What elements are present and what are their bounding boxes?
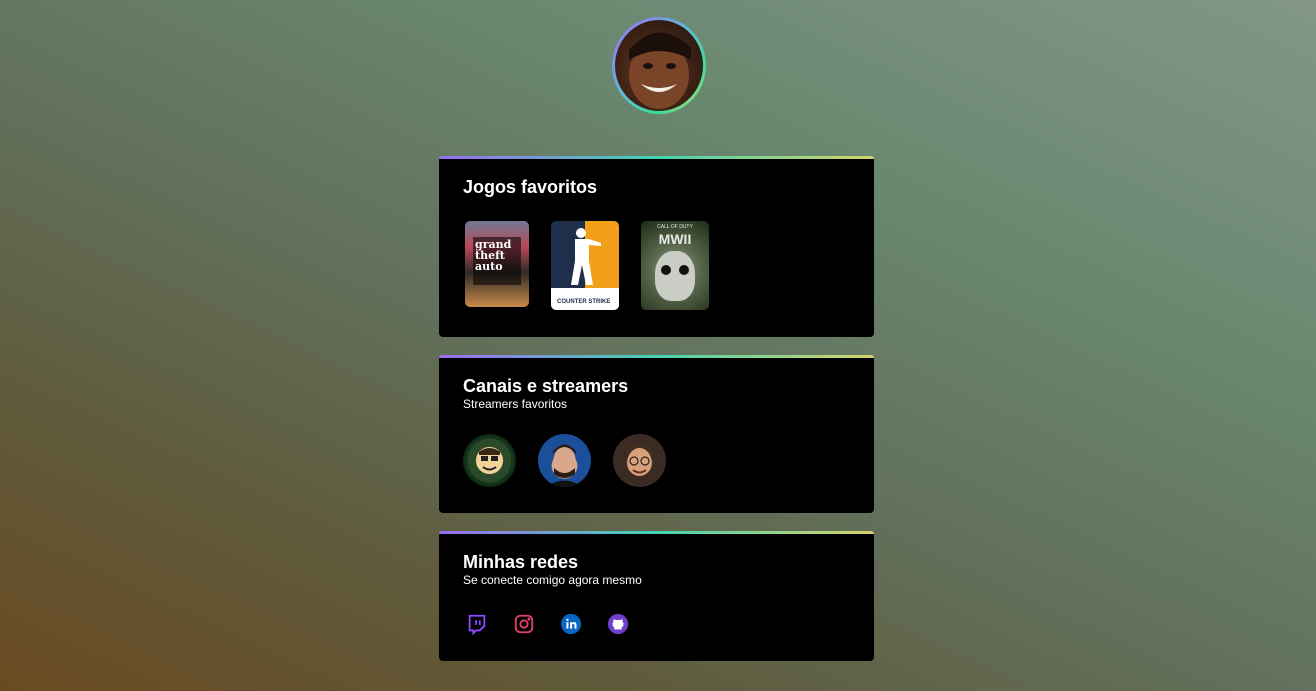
card-title: Minhas redes: [463, 552, 579, 572]
card-subtitle: Se conecte comigo agora mesmo: [463, 573, 642, 587]
twitch-icon[interactable]: [465, 612, 488, 635]
person-photo: [546, 444, 583, 487]
skull-art: [655, 251, 695, 301]
cover-title: COUNTER STRIKE: [557, 299, 611, 305]
streamers-list: [463, 434, 850, 487]
social-networks-card: Minhas redes Se conecte comigo agora mes…: [439, 531, 874, 661]
profile-avatar: [612, 17, 706, 114]
games-list: grand theft auto COUNTER STRIKE CALL OF …: [463, 221, 850, 310]
mw2-cover-icon[interactable]: CALL OF DUTY MWII: [641, 221, 709, 310]
card-title: Jogos favoritos: [463, 177, 598, 197]
cover-title: MWII: [658, 231, 692, 247]
profile-photo-icon: [615, 20, 703, 111]
cover-title: grand theft auto: [475, 238, 512, 273]
streamers-card: Canais e streamers Streamers favoritos: [439, 355, 874, 513]
card-subtitle: Streamers favoritos: [463, 397, 568, 411]
social-links: [463, 612, 850, 635]
streamer-avatar-icon[interactable]: [538, 434, 591, 487]
counter-strike-cover-icon[interactable]: COUNTER STRIKE: [551, 221, 619, 310]
person-photo: [626, 444, 653, 476]
cover-subtitle: CALL OF DUTY: [657, 224, 693, 230]
linkedin-icon[interactable]: [559, 612, 582, 635]
instagram-icon[interactable]: [512, 612, 535, 635]
gta-v-cover-icon[interactable]: grand theft auto: [465, 221, 529, 307]
casimiro-avatar-icon[interactable]: [463, 434, 516, 487]
skull-eye: [661, 265, 671, 275]
card-title: Canais e streamers: [463, 376, 629, 396]
soldier-silhouette-icon: [571, 228, 601, 285]
favorite-games-card: Jogos favoritos grand theft auto COUNTER…: [439, 156, 874, 337]
github-icon[interactable]: [606, 612, 629, 635]
skull-eye: [679, 265, 689, 275]
cartoon-face: [478, 448, 501, 473]
streamer-avatar-icon[interactable]: [613, 434, 666, 487]
